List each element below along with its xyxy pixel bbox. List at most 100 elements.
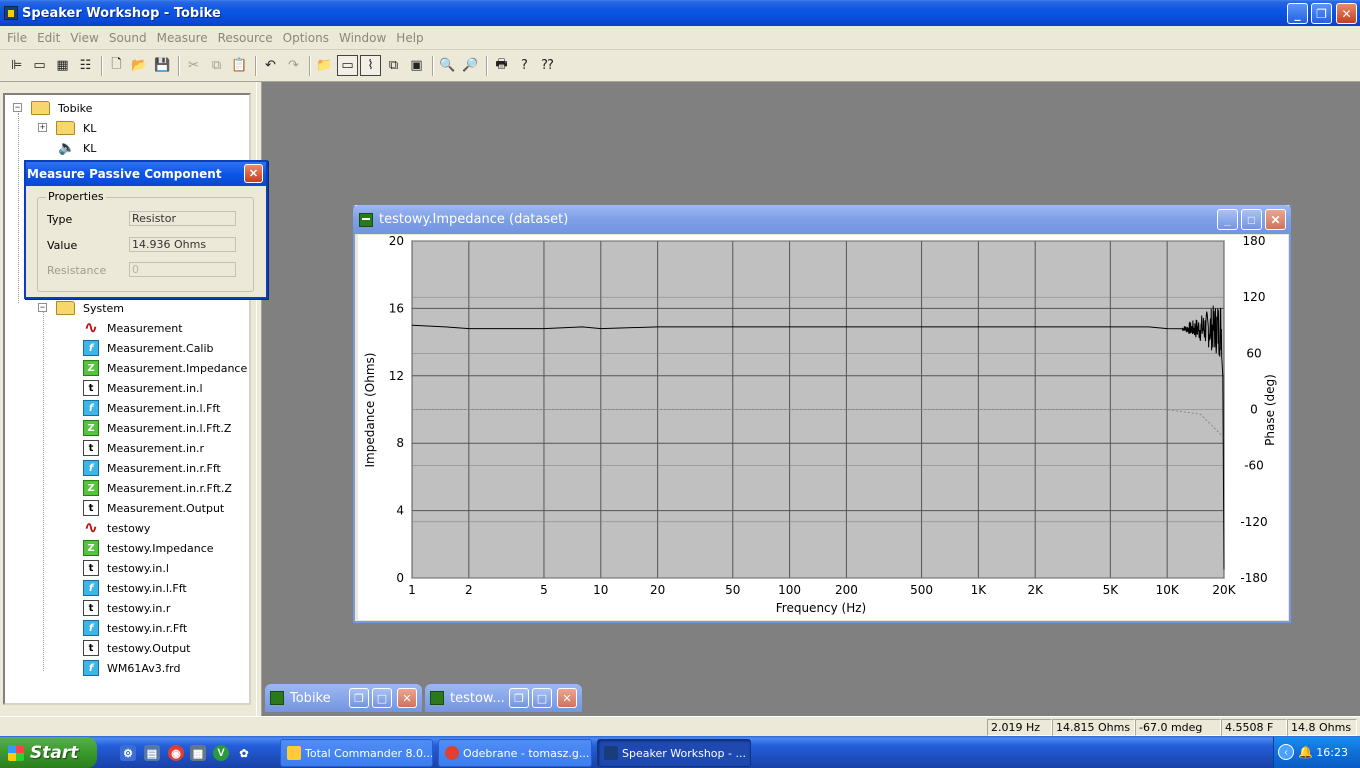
toolbar-separator: [486, 56, 488, 76]
close-button[interactable]: ✕: [397, 688, 417, 708]
taskbar-item-total-commander[interactable]: Total Commander 8.0...: [280, 739, 433, 767]
tree-line: [18, 113, 19, 303]
minimized-window-testowy[interactable]: testow... ❐ □ ✕: [425, 684, 582, 712]
value-field[interactable]: 14.936 Ohms: [129, 237, 236, 252]
impedance-chart[interactable]: 1 2 5 10 20 50 100 200 500 1K 2K 5K 10K 20K048121620-…: [358, 235, 1288, 620]
cut-icon[interactable]: ✂: [183, 55, 204, 76]
tree-item[interactable]: f testowy.in.l.Fft: [83, 579, 187, 597]
paste-icon[interactable]: 📋: [229, 55, 250, 76]
tree-item[interactable]: f testowy.in.r.Fft: [83, 619, 187, 637]
tree-view-icon[interactable]: ⊫: [6, 55, 27, 76]
open-folder-icon[interactable]: 📂: [129, 55, 150, 76]
minimized-window-tobike[interactable]: Tobike ❐ □ ✕: [265, 684, 422, 712]
copy-icon[interactable]: ⧉: [206, 55, 227, 76]
redo-icon[interactable]: ↷: [283, 55, 304, 76]
tree-item[interactable]: Z Measurement.in.r.Fft.Z: [83, 479, 232, 497]
close-button[interactable]: ✕: [557, 688, 577, 708]
chrome-icon[interactable]: ◉: [168, 745, 184, 761]
tree-item[interactable]: System: [56, 299, 124, 317]
restore-button[interactable]: ❐: [1311, 3, 1332, 24]
start-button[interactable]: Start: [0, 737, 97, 768]
quick-launch-icon[interactable]: ✿: [236, 745, 252, 761]
quick-launch-icon[interactable]: ⚙: [120, 745, 136, 761]
tree-collapse-toggle[interactable]: −: [38, 303, 47, 312]
menu-resource[interactable]: Resource: [213, 31, 278, 45]
close-button[interactable]: ✕: [1336, 3, 1357, 24]
menu-options[interactable]: Options: [278, 31, 334, 45]
open-resource-icon[interactable]: 📁: [314, 55, 335, 76]
tree-item[interactable]: f Measurement.in.r.Fft: [83, 459, 221, 477]
app-title-bar[interactable]: Speaker Workshop - Tobike _ ❐ ✕: [0, 0, 1360, 26]
menu-sound[interactable]: Sound: [104, 31, 152, 45]
tree-item[interactable]: f Measurement.in.l.Fft: [83, 399, 220, 417]
show-hidden-icons-icon[interactable]: ‹: [1278, 744, 1294, 760]
menu-measure[interactable]: Measure: [152, 31, 213, 45]
child-maximize-button[interactable]: □: [1241, 209, 1262, 230]
x-tick-label: 200: [835, 583, 858, 597]
tree-item[interactable]: Z Measurement.in.l.Fft.Z: [83, 419, 231, 437]
list-view-icon[interactable]: ▭: [29, 55, 50, 76]
properties-group-label: Properties: [46, 190, 106, 203]
menu-window[interactable]: Window: [334, 31, 391, 45]
tree-item[interactable]: t testowy.in.r: [83, 599, 170, 617]
status-impedance: 14.815 Ohms: [1052, 719, 1135, 736]
quick-launch-icon[interactable]: V: [213, 745, 229, 761]
tree-item[interactable]: t testowy.Output: [83, 639, 191, 657]
dialog-close-button[interactable]: ✕: [244, 164, 263, 183]
taskbar-item-speaker-workshop[interactable]: Speaker Workshop - ...: [597, 739, 751, 767]
zoom-out-icon[interactable]: 🔎: [460, 55, 481, 76]
tree-item[interactable]: t Measurement.in.l: [83, 379, 203, 397]
maximize-button[interactable]: □: [532, 688, 552, 708]
tree-item[interactable]: t Measurement.Output: [83, 499, 224, 517]
zoom-in-icon[interactable]: 🔍: [437, 55, 458, 76]
menu-file[interactable]: File: [2, 31, 32, 45]
y-tick-label: 8: [396, 436, 404, 450]
chart-icon[interactable]: ⌇: [360, 55, 381, 76]
quick-launch-icon[interactable]: ▦: [190, 745, 206, 761]
network-icon[interactable]: ⧉: [383, 55, 404, 76]
tree-expand-toggle[interactable]: +: [38, 123, 47, 132]
save-icon[interactable]: 💾: [152, 55, 173, 76]
menu-view[interactable]: View: [65, 31, 103, 45]
tree-item[interactable]: t Measurement.in.r: [83, 439, 204, 457]
tree-item[interactable]: Ztestowy.Impedance: [83, 539, 214, 557]
restore-button[interactable]: ❐: [349, 688, 369, 708]
tree-item[interactable]: f WM61Av3.frd: [83, 659, 180, 677]
quick-launch-icon[interactable]: ▤: [144, 745, 160, 761]
y2-axis-label: Phase (deg): [1263, 374, 1277, 446]
tree-item[interactable]: KL: [56, 119, 96, 137]
minimize-button[interactable]: _: [1287, 3, 1308, 24]
resistance-field[interactable]: 0: [129, 262, 236, 277]
dataset-icon[interactable]: ▭: [337, 55, 358, 76]
dialog-title-bar[interactable]: Measure Passive Component: [26, 162, 266, 186]
tree-collapse-toggle[interactable]: −: [13, 103, 22, 112]
maximize-button[interactable]: □: [372, 688, 392, 708]
menu-edit[interactable]: Edit: [32, 31, 65, 45]
help-icon[interactable]: ?: [514, 55, 535, 76]
notification-icon[interactable]: 🔔: [1298, 745, 1313, 759]
tree-root[interactable]: Tobike: [31, 99, 92, 117]
app-icon: [4, 6, 18, 20]
tree-item[interactable]: ∿ Measurement: [83, 318, 183, 338]
child-title-bar[interactable]: testowy.Impedance (dataset): [353, 205, 1291, 234]
tree-item[interactable]: Z Measurement.Impedance: [83, 359, 247, 377]
undo-icon[interactable]: ↶: [260, 55, 281, 76]
tree-item[interactable]: ∿ testowy: [83, 518, 151, 538]
print-icon[interactable]: 🖶: [491, 55, 512, 76]
tree-item[interactable]: t testowy.in.l: [83, 559, 169, 577]
details-view-icon[interactable]: ▦: [52, 55, 73, 76]
taskbar-item-browser[interactable]: Odebrane - tomasz.g...: [438, 739, 592, 767]
menu-help[interactable]: Help: [391, 31, 428, 45]
child-close-button[interactable]: ✕: [1265, 209, 1286, 230]
tree-line: [43, 311, 44, 671]
new-file-icon[interactable]: 🗋: [106, 55, 127, 76]
driver-icon[interactable]: ▣: [406, 55, 427, 76]
type-field[interactable]: Resistor: [129, 211, 236, 226]
tree-item[interactable]: f Measurement.Calib: [83, 339, 214, 357]
context-help-icon[interactable]: ⁇: [537, 55, 558, 76]
y-tick-label: 0: [396, 571, 404, 585]
restore-button[interactable]: ❐: [509, 688, 529, 708]
child-minimize-button[interactable]: _: [1217, 209, 1238, 230]
small-icons-icon[interactable]: ☷: [75, 55, 96, 76]
tree-item[interactable]: 🔈 KL: [58, 139, 96, 157]
